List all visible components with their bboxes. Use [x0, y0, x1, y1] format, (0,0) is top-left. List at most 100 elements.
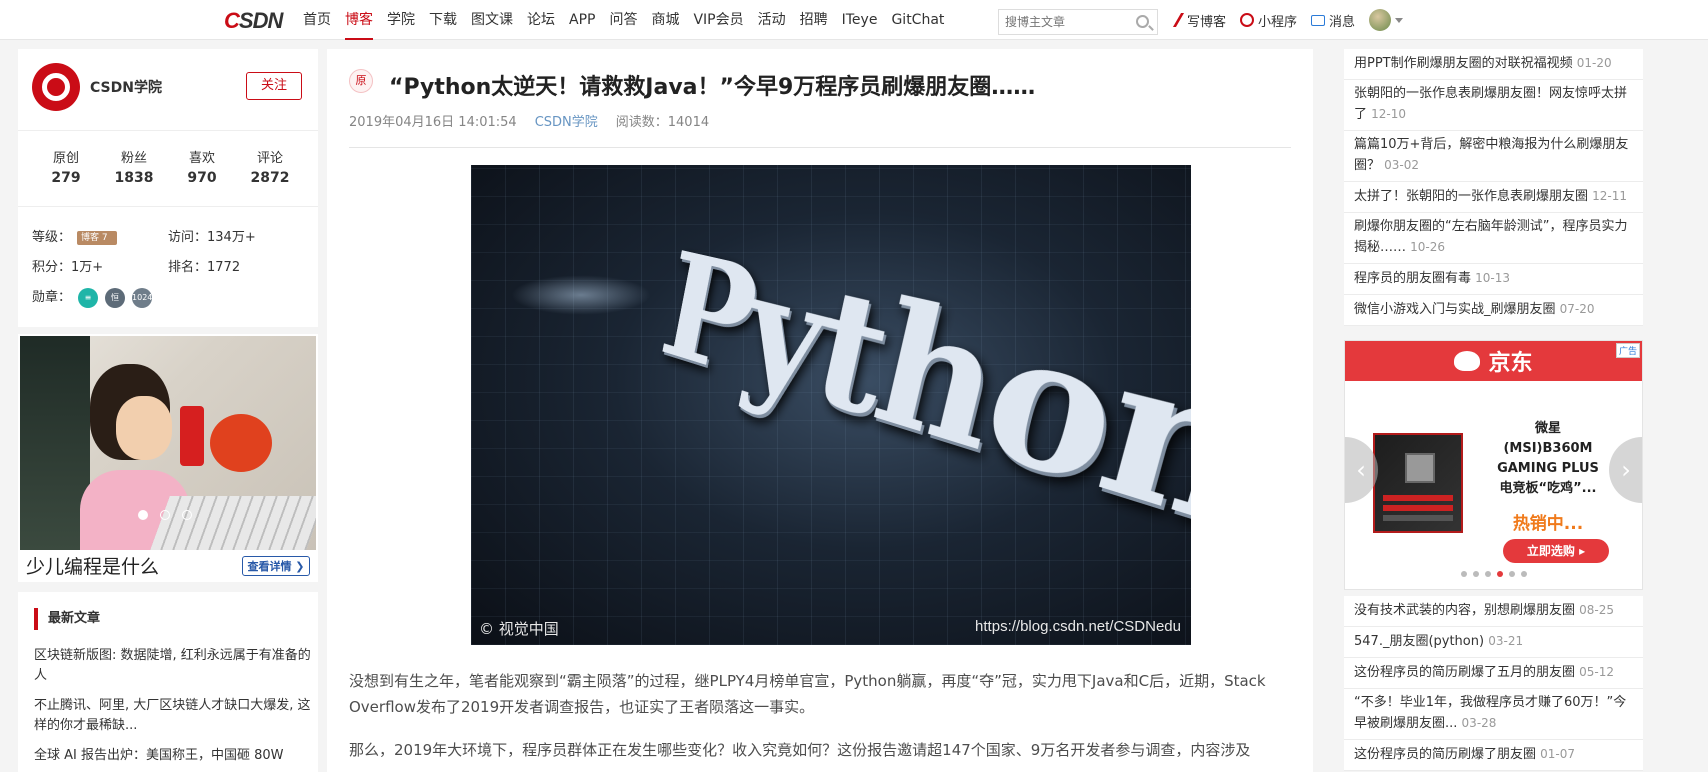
stat-original: 原创 279 — [51, 151, 81, 186]
related-article-link[interactable]: 张朝阳的一张作息表刷爆朋友圈！网友惊呼太拼了 12-10 — [1344, 80, 1643, 131]
related-article-date: 01-07 — [1540, 747, 1576, 761]
nav-item[interactable]: 学院 — [387, 0, 415, 40]
nav-item[interactable]: VIP会员 — [693, 0, 743, 40]
promo-text[interactable]: 少儿编程是什么 — [26, 552, 159, 579]
ad-tag[interactable]: 广告 — [1615, 343, 1640, 358]
related-article-link[interactable]: 这份程序员的简历刷爆了五月的朋友圈 05-12 — [1344, 658, 1643, 689]
points-row: 积分：1万+ — [32, 260, 104, 275]
carousel-dot[interactable] — [182, 510, 192, 520]
search-box[interactable] — [998, 9, 1158, 35]
carousel-dot[interactable] — [1508, 571, 1515, 577]
carousel-dots — [138, 510, 192, 520]
promo-banner[interactable]: 少儿编程是什么 查看详情 ❯ — [18, 334, 318, 582]
read-count: 阅读数：14014 — [615, 115, 710, 130]
author-name[interactable]: CSDN学院 — [90, 77, 162, 97]
promo-photo[interactable] — [20, 336, 316, 550]
carousel-dot[interactable] — [1484, 571, 1491, 577]
write-blog-link[interactable]: 写博客 — [1172, 11, 1226, 30]
nav-item[interactable]: 图文课 — [471, 0, 513, 40]
nav-item[interactable]: GitChat — [891, 0, 944, 40]
medal-1024-icon[interactable]: 1024 — [132, 287, 152, 308]
mail-icon — [1311, 14, 1326, 26]
carousel-dot[interactable] — [1472, 571, 1479, 577]
related-article-link[interactable]: 用PPT制作刷爆朋友圈的对联祝福视频 01-20 — [1344, 49, 1643, 80]
related-article-date: 10-26 — [1410, 240, 1446, 254]
nav-item[interactable]: APP — [569, 0, 595, 40]
author-link[interactable]: CSDN学院 — [535, 111, 598, 130]
article-paragraph: 那么，2019年大环境下，程序员群体正在发生哪些变化？收入究竟如何？这份报告邀请… — [349, 741, 1251, 759]
related-article-date: 08-25 — [1579, 603, 1615, 617]
carousel-dot[interactable] — [1460, 571, 1467, 577]
top-navbar: CSDN 首页 博客 学院 下载 图文课 论坛 APP 问答 商城 VIP会员 活动 招聘 ITeye G… — [0, 0, 1708, 40]
level-badge[interactable]: 博客 7 — [77, 230, 118, 245]
author-avatar[interactable] — [32, 63, 80, 111]
product-title[interactable]: 微星(MSI)B360M GAMING PLUS电竞板“吃鸡”... — [1493, 419, 1603, 499]
carousel-dot[interactable] — [1496, 571, 1503, 577]
rank-row: 排名：1772 — [168, 260, 241, 275]
related-article-link[interactable]: 这份程序员的简历刷爆了朋友圈 01-07 — [1344, 740, 1643, 771]
pen-icon — [1172, 13, 1188, 27]
nav-item[interactable]: 下载 — [429, 0, 457, 40]
watermark-right: https://blog.csdn.net/CSDNedu — [975, 618, 1181, 635]
search-icon[interactable] — [1136, 15, 1149, 28]
carousel-dot[interactable] — [1520, 571, 1527, 577]
buy-now-button[interactable]: 立即选购 ▸ — [1503, 539, 1609, 563]
related-article-title: 这份程序员的简历刷爆了朋友圈 — [1354, 747, 1537, 762]
divider — [18, 130, 318, 131]
recent-articles-list: 区块链新版图: 数据陡增, 红利永远属于有准备的人 不止腾讯、阿里, 大厂区块链… — [34, 646, 316, 772]
related-article-link[interactable]: “不多！毕业1年，我做程序员才赚了60万！”今早被刷爆朋友圈... 03-28 — [1344, 689, 1643, 740]
related-article-date: 07-20 — [1559, 302, 1595, 316]
divider — [349, 147, 1291, 148]
jd-ad[interactable]: 京东 广告 微星(MSI)B360M GAMING PLUS电竞板“吃鸡”...… — [1344, 340, 1643, 590]
level-row: 等级： 博客 7 — [32, 226, 118, 245]
author-profile-card: CSDN学院 关注 原创 279 粉丝 1838 喜欢 970 评论 2872 等级：博… — [18, 49, 318, 327]
nav-item[interactable]: 问答 — [609, 0, 637, 40]
related-article-link[interactable]: 程序员的朋友圈有毒 10-13 — [1344, 264, 1643, 295]
main-nav: 首页 博客 学院 下载 图文课 论坛 APP 问答 商城 VIP会员 活动 招聘 ITeye GitCha… — [303, 0, 958, 40]
related-article-link[interactable]: 太拼了！张朝阳的一张作息表刷爆朋友圈 12-11 — [1344, 182, 1643, 213]
related-article-link[interactable]: 微信小游戏入门与实战_刷爆朋友圈 07-20 — [1344, 295, 1643, 326]
watermark-left: © 视觉中国 — [479, 620, 559, 638]
miniprogram-icon — [1240, 13, 1255, 27]
medal-list-icon[interactable]: ≡ — [78, 287, 99, 308]
messages-link[interactable]: 消息 — [1311, 11, 1355, 30]
product-image[interactable] — [1373, 433, 1463, 533]
nav-item[interactable]: 活动 — [758, 0, 786, 40]
article-hero-image: Python © 视觉中国 https://blog.csdn.net/CSDN… — [471, 165, 1191, 645]
list-item[interactable]: 全球 AI 报告出炉：美国称王，中国砸 80W — [34, 746, 316, 766]
related-article-title: 微信小游戏入门与实战_刷爆朋友圈 — [1354, 302, 1556, 317]
related-article-link[interactable]: 547._朋友圈(python) 03-21 — [1344, 627, 1643, 658]
search-input[interactable] — [999, 10, 1129, 34]
product-status: 热销中... — [1512, 514, 1584, 534]
related-article-date: 10-13 — [1475, 271, 1511, 285]
miniprogram-link[interactable]: 小程序 — [1240, 11, 1297, 30]
article-paragraph: 没想到有生之年，笔者能观察到“霸主陨落”的过程，继PLPY4月榜单官宣，Pyth… — [349, 672, 1266, 716]
view-details-button[interactable]: 查看详情 ❯ — [242, 556, 310, 576]
recent-articles-title: 最新文章 — [34, 608, 100, 630]
medal-persistence-icon[interactable]: 恒 — [105, 287, 126, 308]
original-tag: 原 — [349, 69, 373, 93]
carousel-dot[interactable] — [138, 510, 148, 520]
user-menu[interactable] — [1369, 9, 1404, 31]
nav-item[interactable]: 论坛 — [527, 0, 555, 40]
list-item[interactable]: 区块链新版图: 数据陡增, 红利永远属于有准备的人 — [34, 646, 316, 686]
jd-dog-icon — [1454, 351, 1481, 371]
related-article-date: 12-10 — [1371, 107, 1407, 121]
csdn-logo[interactable]: CSDN — [224, 8, 283, 34]
list-item[interactable]: 不止腾讯、阿里, 大厂区块链人才缺口大爆发, 这样的你才最稀缺... — [34, 696, 316, 736]
nav-item[interactable]: 商城 — [651, 0, 679, 40]
related-article-title: 用PPT制作刷爆朋友圈的对联祝福视频 — [1354, 56, 1573, 71]
related-article-link[interactable]: 刷爆你朋友圈的“左右脑年龄测试”，程序员实力揭秘…… 10-26 — [1344, 213, 1643, 264]
related-article-title: 没有技术武装的内容，别想刷爆朋友圈 — [1354, 603, 1576, 618]
chevron-right-icon[interactable]: › — [1609, 437, 1642, 503]
article-meta: 2019年04月16日 14:01:54 CSDN学院 阅读数：14014 — [349, 111, 727, 130]
nav-item[interactable]: ITeye — [842, 0, 878, 40]
related-article-link[interactable]: 篇篇10万+背后，解密中粮海报为什么刷爆朋友圈？ 03-02 — [1344, 131, 1643, 182]
nav-item[interactable]: 博客 — [345, 0, 373, 40]
nav-item[interactable]: 首页 — [303, 0, 331, 40]
carousel-dot[interactable] — [160, 510, 170, 520]
ad-carousel-dots — [1345, 571, 1642, 577]
related-article-link[interactable]: 没有技术武装的内容，别想刷爆朋友圈 08-25 — [1344, 596, 1643, 627]
follow-button[interactable]: 关注 — [246, 72, 302, 100]
nav-item[interactable]: 招聘 — [800, 0, 828, 40]
